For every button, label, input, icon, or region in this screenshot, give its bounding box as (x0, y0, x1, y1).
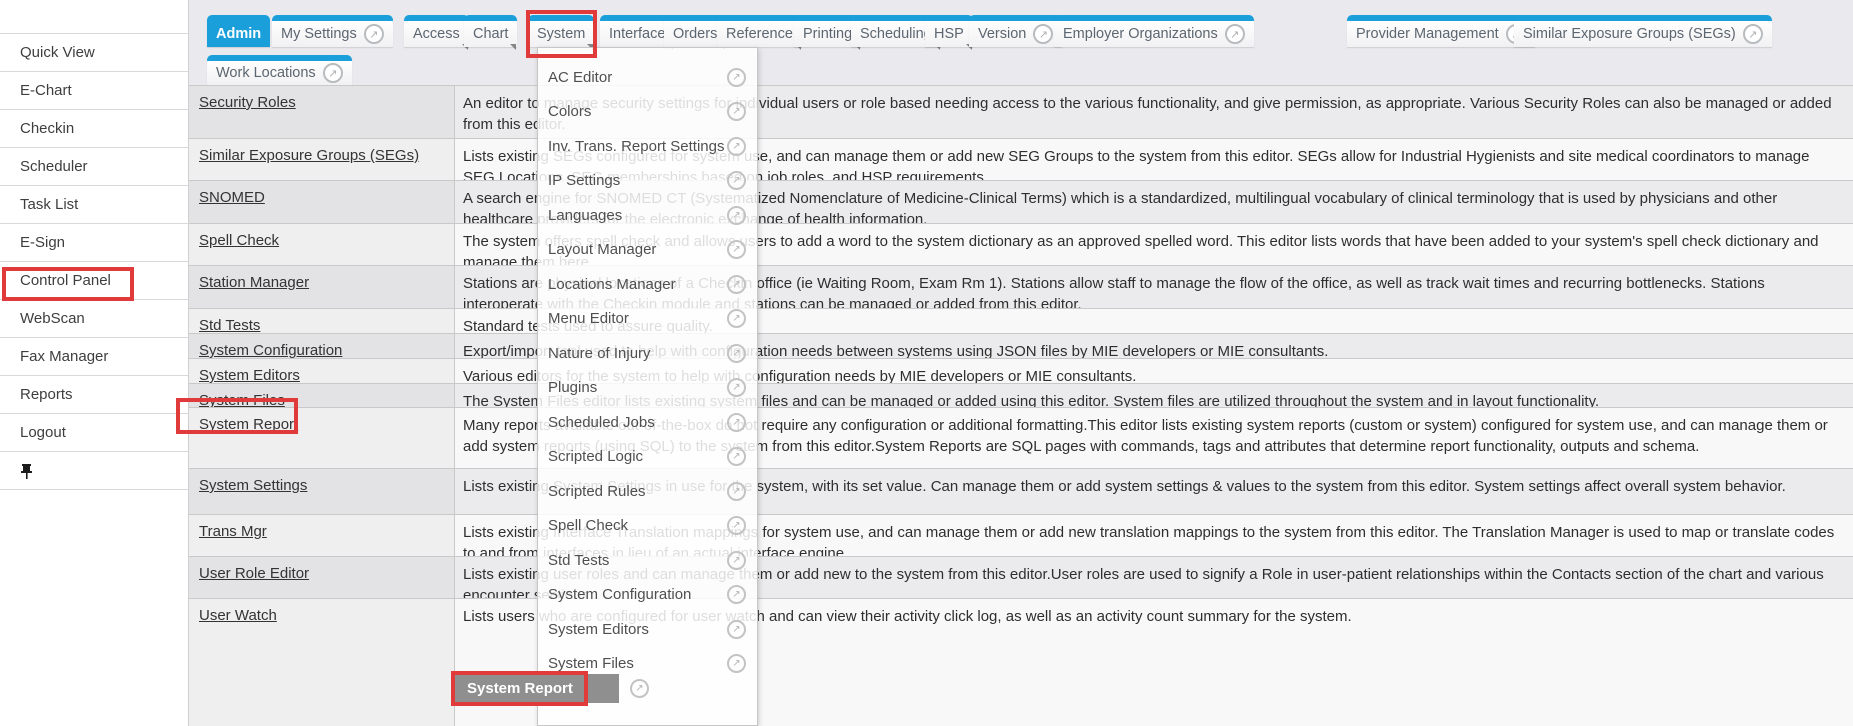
open-in-new-icon: ↗ (727, 68, 746, 87)
table-row-trans-mgr: Trans Mgr Lists existing Interface Trans… (189, 514, 1853, 556)
open-in-new-icon: ↗ (727, 309, 746, 328)
menu-item-languages[interactable]: Languages↗ (537, 198, 756, 232)
menu-item-system-report-selected[interactable]: System Report (455, 674, 619, 703)
sidebar-pin-toggle[interactable] (0, 451, 189, 490)
open-in-new-icon: ↗ (727, 378, 746, 397)
link-system-configuration[interactable]: System Configuration (199, 342, 342, 359)
table-row-user-watch: User Watch Lists users who are configure… (189, 598, 1853, 726)
menu-item-nature-of-injury[interactable]: Nature of Injury↗ (537, 336, 756, 370)
table-row-system-configuration: System Configuration Export/import tool … (189, 333, 1853, 358)
open-in-new-icon: ↗ (727, 551, 746, 570)
table-row-system-files: System Files The System Files editor lis… (189, 383, 1853, 407)
menu-item-scripted-logic[interactable]: Scripted Logic↗ (537, 439, 756, 473)
tab-similar-exposure-groups[interactable]: Similar Exposure Groups (SEGs) ↗ (1514, 15, 1772, 47)
menu-item-inv-trans-report-settings[interactable]: Inv. Trans. Report Settings↗ (537, 129, 756, 163)
table-row-system-editors: System Editors Various editors for the s… (189, 358, 1853, 383)
table-row-user-role-editor: User Role Editor Lists existing user rol… (189, 556, 1853, 598)
sidebar-item-control-panel[interactable]: Control Panel (0, 261, 189, 299)
link-snomed[interactable]: SNOMED (199, 189, 265, 206)
open-in-new-icon: ↗ (1225, 24, 1245, 44)
link-user-watch[interactable]: User Watch (199, 607, 277, 624)
tab-chart[interactable]: Chart (464, 15, 517, 47)
link-station-manager[interactable]: Station Manager (199, 274, 309, 291)
table-row-system-settings: System Settings Lists existing System Se… (189, 468, 1853, 514)
open-in-new-icon: ↗ (727, 240, 746, 259)
tab-my-settings[interactable]: My Settings ↗ (272, 15, 393, 47)
sidebar-item-scheduler[interactable]: Scheduler (0, 147, 189, 185)
table-row-system-report: System Report Many reports available out… (189, 407, 1853, 468)
tab-hsp[interactable]: HSP (925, 15, 973, 47)
sidebar-item-task-list[interactable]: Task List (0, 185, 189, 223)
open-in-new-icon: ↗ (727, 654, 746, 673)
link-security-roles[interactable]: Security Roles (199, 94, 296, 111)
open-in-new-icon: ↗ (727, 413, 746, 432)
sidebar-item-e-chart[interactable]: E-Chart (0, 71, 189, 109)
menu-item-colors[interactable]: Colors↗ (537, 94, 756, 128)
link-system-settings[interactable]: System Settings (199, 477, 307, 494)
tab-work-locations[interactable]: Work Locations ↗ (207, 55, 352, 85)
link-system-report[interactable]: System Report (199, 416, 298, 433)
open-in-new-icon: ↗ (1743, 24, 1763, 44)
link-spell-check[interactable]: Spell Check (199, 232, 279, 249)
menu-item-locations-manager[interactable]: Locations Manager↗ (537, 267, 756, 301)
link-system-editors[interactable]: System Editors (199, 367, 300, 384)
menu-item-spell-check[interactable]: Spell Check↗ (537, 508, 756, 542)
open-in-new-icon: ↗ (727, 482, 746, 501)
open-in-new-icon: ↗ (727, 275, 746, 294)
tab-system[interactable]: System (528, 15, 594, 47)
open-in-new-icon: ↗ (727, 516, 746, 535)
tab-provider-management[interactable]: Provider Management ↗ (1347, 15, 1535, 47)
tab-employer-organizations[interactable]: Employer Organizations ↗ (1054, 15, 1254, 47)
menu-item-ac-editor[interactable]: AC Editor↗ (537, 60, 756, 94)
tab-reference[interactable]: Reference (717, 15, 802, 47)
open-in-new-icon: ↗ (323, 63, 343, 83)
menu-item-std-tests[interactable]: Std Tests↗ (537, 543, 756, 577)
open-in-new-icon: ↗ (727, 102, 746, 121)
sidebar-item-checkin[interactable]: Checkin (0, 109, 189, 147)
sidebar-item-quick-view[interactable]: Quick View (0, 33, 189, 71)
tab-admin[interactable]: Admin (207, 15, 270, 47)
menu-item-layout-manager[interactable]: Layout Manager↗ (537, 232, 756, 266)
open-in-new-icon: ↗ (727, 344, 746, 363)
sidebar-item-fax-manager[interactable]: Fax Manager (0, 337, 189, 375)
link-user-role-editor[interactable]: User Role Editor (199, 565, 309, 582)
open-in-new-icon: ↗ (727, 171, 746, 190)
open-in-new-icon: ↗ (727, 620, 746, 639)
sidebar-item-logout[interactable]: Logout (0, 413, 189, 451)
menu-item-system-configuration[interactable]: System Configuration↗ (537, 577, 756, 611)
tab-access[interactable]: Access (404, 15, 469, 47)
open-in-new-icon: ↗ (1033, 24, 1053, 44)
open-in-new-icon: ↗ (727, 137, 746, 156)
link-similar-exposure-groups[interactable]: Similar Exposure Groups (SEGs) (199, 147, 419, 164)
menu-item-menu-editor[interactable]: Menu Editor↗ (537, 301, 756, 335)
table-row-std-tests: Std Tests Standard tests used to assure … (189, 308, 1853, 333)
menu-item-scripted-rules[interactable]: Scripted Rules↗ (537, 474, 756, 508)
menu-item-system-editors[interactable]: System Editors↗ (537, 612, 756, 646)
open-in-new-icon: ↗ (727, 447, 746, 466)
table-row-segs: Similar Exposure Groups (SEGs) Lists exi… (189, 138, 1853, 180)
table-row-station-manager: Station Manager Stations are physical lo… (189, 265, 1853, 308)
menu-item-plugins[interactable]: Plugins↗ (537, 370, 756, 404)
sidebar-item-webscan[interactable]: WebScan (0, 299, 189, 337)
link-std-tests[interactable]: Std Tests (199, 317, 260, 334)
menu-item-ip-settings[interactable]: IP Settings↗ (537, 163, 756, 197)
table-row-spell-check: Spell Check The system offers spell chec… (189, 223, 1853, 265)
sidebar-item-e-sign[interactable]: E-Sign (0, 223, 189, 261)
sidebar-item-reports[interactable]: Reports (0, 375, 189, 413)
link-trans-mgr[interactable]: Trans Mgr (199, 523, 267, 540)
menu-item-scheduled-jobs[interactable]: Scheduled Jobs↗ (537, 405, 756, 439)
open-in-new-icon: ↗ (727, 585, 746, 604)
open-in-new-icon: ↗ (727, 206, 746, 225)
tab-version[interactable]: Version ↗ (969, 15, 1062, 47)
open-in-new-icon: ↗ (364, 24, 384, 44)
table-row-snomed: SNOMED A search engine for SNOMED CT (Sy… (189, 180, 1853, 223)
open-in-new-icon: ↗ (630, 679, 649, 698)
sidebar: Quick View E-Chart Checkin Scheduler Tas… (0, 0, 189, 726)
admin-control-panel-screen: Quick View E-Chart Checkin Scheduler Tas… (0, 0, 1853, 726)
pushpin-icon (20, 463, 33, 479)
table-row-security-roles: Security Roles An editor to manage secur… (189, 85, 1853, 138)
